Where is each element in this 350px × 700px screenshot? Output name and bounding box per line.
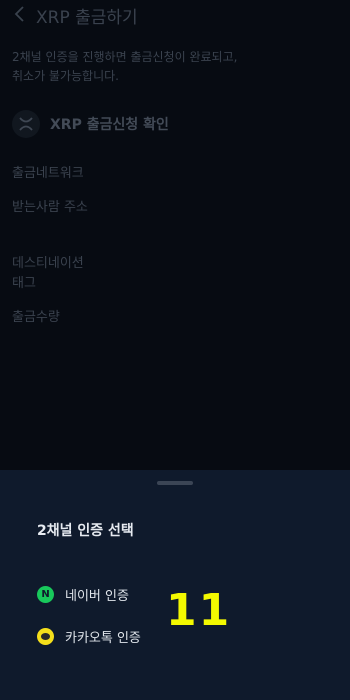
back-button[interactable] [10,3,32,25]
kakao-auth-label: 카카오톡 인증 [65,631,141,646]
destination-line-2: 태그 [12,276,36,291]
destination-line-1: 데스티네이션 [12,256,84,271]
confirm-title: XRP 출금신청 확인 [50,117,169,133]
naver-auth-label: 네이버 인증 [65,589,129,604]
sheet-title: 2채널 인증 선택 [37,523,134,539]
withdraw-page: XRP 출금하기 2채널 인증을 진행하면 출금신청이 완료되고, 취소가 불가… [0,0,350,470]
notice-line-1: 2채널 인증을 진행하면 출금신청이 완료되고, [12,50,238,64]
page-title: XRP 출금하기 [36,8,138,28]
kakao-icon [37,628,54,645]
notice-line-2: 취소가 불가능합니다. [12,69,119,83]
overlay-number: 11 [166,585,232,636]
field-destination-tag-label: 데스티네이션 태그 [12,254,84,294]
naver-icon: N [37,586,54,603]
field-recipient-label: 받는사람 주소 [12,200,88,215]
naver-icon-letter: N [41,589,50,600]
chevron-left-icon [14,6,24,22]
field-amount-label: 출금수량 [12,310,60,325]
sheet-drag-handle[interactable] [157,481,193,485]
field-network-label: 출금네트워크 [12,166,84,181]
notice-text: 2채널 인증을 진행하면 출금신청이 완료되고, 취소가 불가능합니다. [12,48,332,86]
header: XRP 출금하기 [0,0,350,30]
xrp-icon [12,110,40,138]
